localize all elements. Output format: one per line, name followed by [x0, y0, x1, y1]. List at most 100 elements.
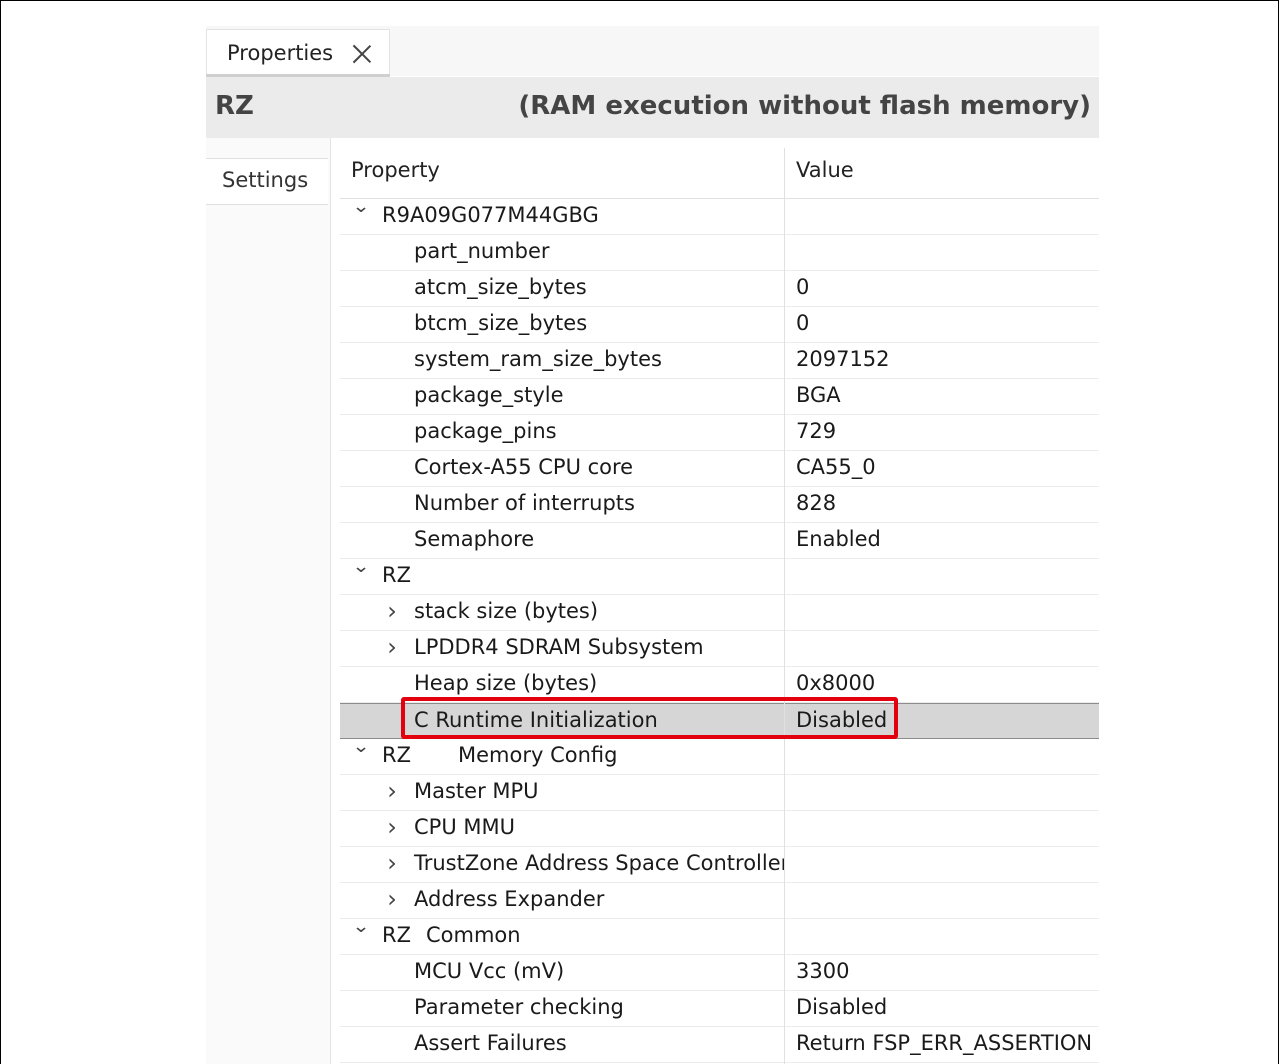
properties-header: RZ (RAM execution without flash memory) — [206, 77, 1099, 138]
row-property-label: Assert Failures — [414, 1031, 567, 1055]
table-row[interactable]: Heap size (bytes) 0x8000 — [340, 667, 1099, 703]
row-property-label: Heap size (bytes) — [414, 671, 598, 695]
row-value-cell[interactable]: 3300 — [785, 955, 1099, 991]
row-property-cell: system_ram_size_bytes — [340, 343, 784, 379]
row-value-cell[interactable] — [785, 883, 1099, 919]
table-row[interactable]: Number of interrupts 828 — [340, 487, 1099, 523]
table-row[interactable]: Assert Failures Return FSP_ERR_ASSERTION — [340, 1027, 1099, 1063]
row-property-cell: MCU Vcc (mV) — [340, 955, 784, 991]
row-property-cell: › TrustZone Address Space Controller — [340, 847, 784, 883]
table-row[interactable]: package_style BGA — [340, 379, 1099, 415]
row-property-cell: C Runtime Initialization — [340, 704, 784, 740]
row-value-cell[interactable] — [785, 847, 1099, 883]
table-row[interactable]: btcm_size_bytes 0 — [340, 307, 1099, 343]
row-property-label: MCU Vcc (mV) — [414, 959, 565, 983]
row-property-cell: atcm_size_bytes — [340, 271, 784, 307]
table-row[interactable]: MCU Vcc (mV) 3300 — [340, 955, 1099, 991]
table-row[interactable]: Cortex-A55 CPU core CA55_0 — [340, 451, 1099, 487]
table-row[interactable]: Semaphore Enabled — [340, 523, 1099, 559]
row-value-cell[interactable] — [785, 631, 1099, 667]
row-value-cell[interactable]: CA55_0 — [785, 451, 1099, 487]
row-property-label: system_ram_size_bytes — [414, 347, 662, 371]
row-value-cell[interactable] — [785, 811, 1099, 847]
row-value-cell[interactable]: Disabled — [785, 704, 1099, 740]
row-property-label: Cortex-A55 CPU core — [414, 455, 634, 479]
row-property-cell: ⌄ RZ — [340, 559, 784, 595]
row-property-label: Parameter checking — [414, 995, 624, 1019]
table-row[interactable]: C Runtime Initialization Disabled — [340, 703, 1099, 739]
column-header-property[interactable]: Property — [340, 148, 784, 198]
row-value-cell[interactable]: Enabled — [785, 523, 1099, 559]
row-value-cell[interactable]: 2097152 — [785, 343, 1099, 379]
row-property-label: RZ — [382, 923, 411, 947]
row-value-cell[interactable]: 0x8000 — [785, 667, 1099, 703]
table-row[interactable]: › Address Expander — [340, 883, 1099, 919]
row-property-label: Address Expander — [414, 887, 605, 911]
row-property-label: package_style — [414, 383, 564, 407]
row-property-cell: ⌄ R9A09G077M44GBG — [340, 199, 784, 235]
sidebar-divider — [330, 138, 331, 1064]
chevron-right-icon[interactable]: › — [383, 813, 401, 841]
row-property-suffix: Memory Config — [458, 743, 618, 767]
chevron-right-icon[interactable]: › — [383, 597, 401, 625]
close-icon[interactable] — [351, 42, 373, 64]
table-row[interactable]: part_number — [340, 235, 1099, 271]
chevron-right-icon[interactable]: › — [383, 885, 401, 913]
row-property-label: C Runtime Initialization — [414, 708, 658, 732]
tab-properties[interactable]: Properties — [206, 29, 390, 76]
row-value-cell[interactable] — [785, 919, 1099, 955]
row-value-cell[interactable]: BGA — [785, 379, 1099, 415]
table-rows: ⌄ R9A09G077M44GBG part_number atcm_size_byt… — [340, 199, 1099, 1063]
chevron-down-icon[interactable]: ⌄ — [350, 739, 372, 757]
table-row[interactable]: system_ram_size_bytes 2097152 — [340, 343, 1099, 379]
table-row[interactable]: Parameter checking Disabled — [340, 991, 1099, 1027]
chevron-right-icon[interactable]: › — [383, 633, 401, 661]
column-separator[interactable] — [784, 148, 785, 1064]
row-property-label: Semaphore — [414, 527, 535, 551]
row-value-cell[interactable]: 828 — [785, 487, 1099, 523]
chevron-down-icon[interactable]: ⌄ — [350, 559, 372, 577]
row-value-cell[interactable] — [785, 235, 1099, 271]
table-row[interactable]: atcm_size_bytes 0 — [340, 271, 1099, 307]
row-value-cell[interactable]: Disabled — [785, 991, 1099, 1027]
table-row[interactable]: package_pins 729 — [340, 415, 1099, 451]
row-property-label: TrustZone Address Space Controller — [414, 851, 784, 875]
row-property-suffix: Common — [426, 923, 521, 947]
table-row[interactable]: › TrustZone Address Space Controller — [340, 847, 1099, 883]
row-property-label: RZ — [382, 743, 411, 767]
row-property-cell: Assert Failures — [340, 1027, 784, 1063]
row-value-cell[interactable]: Return FSP_ERR_ASSERTION — [785, 1027, 1099, 1063]
table-row[interactable]: › LPDDR4 SDRAM Subsystem — [340, 631, 1099, 667]
table-row[interactable]: › Master MPU — [340, 775, 1099, 811]
row-value-cell[interactable] — [785, 199, 1099, 235]
row-property-label: Number of interrupts — [414, 491, 635, 515]
row-property-label: package_pins — [414, 419, 557, 443]
chevron-down-icon[interactable]: ⌄ — [350, 919, 372, 937]
row-property-label: CPU MMU — [414, 815, 515, 839]
table-row[interactable]: ⌄ R9A09G077M44GBG — [340, 199, 1099, 235]
column-header-value[interactable]: Value — [785, 148, 1099, 198]
sidebar-tab-settings[interactable]: Settings — [206, 158, 328, 205]
row-property-label: btcm_size_bytes — [414, 311, 588, 335]
row-value-cell[interactable]: 729 — [785, 415, 1099, 451]
chevron-right-icon[interactable]: › — [383, 849, 401, 877]
row-value-cell[interactable] — [785, 559, 1099, 595]
header-title: RZ — [215, 91, 254, 121]
chevron-down-icon[interactable]: ⌄ — [350, 199, 372, 217]
row-property-cell: Cortex-A55 CPU core — [340, 451, 784, 487]
row-value-cell[interactable] — [785, 775, 1099, 811]
row-property-cell: Semaphore — [340, 523, 784, 559]
row-value-cell[interactable]: 0 — [785, 271, 1099, 307]
row-value-cell[interactable] — [785, 739, 1099, 775]
table-row[interactable]: ⌄ RZ Memory Config — [340, 739, 1099, 775]
header-subtitle: (RAM execution without flash memory) — [518, 91, 1091, 121]
row-property-cell: ⌄ RZ Memory Config — [340, 739, 784, 775]
table-row[interactable]: › CPU MMU — [340, 811, 1099, 847]
table-row[interactable]: ⌄ RZ — [340, 559, 1099, 595]
row-value-cell[interactable] — [785, 595, 1099, 631]
chevron-right-icon[interactable]: › — [383, 777, 401, 805]
row-value-cell[interactable]: 0 — [785, 307, 1099, 343]
table-row[interactable]: › stack size (bytes) — [340, 595, 1099, 631]
table-row[interactable]: ⌄ RZ Common — [340, 919, 1099, 955]
row-property-cell: ⌄ RZ Common — [340, 919, 784, 955]
